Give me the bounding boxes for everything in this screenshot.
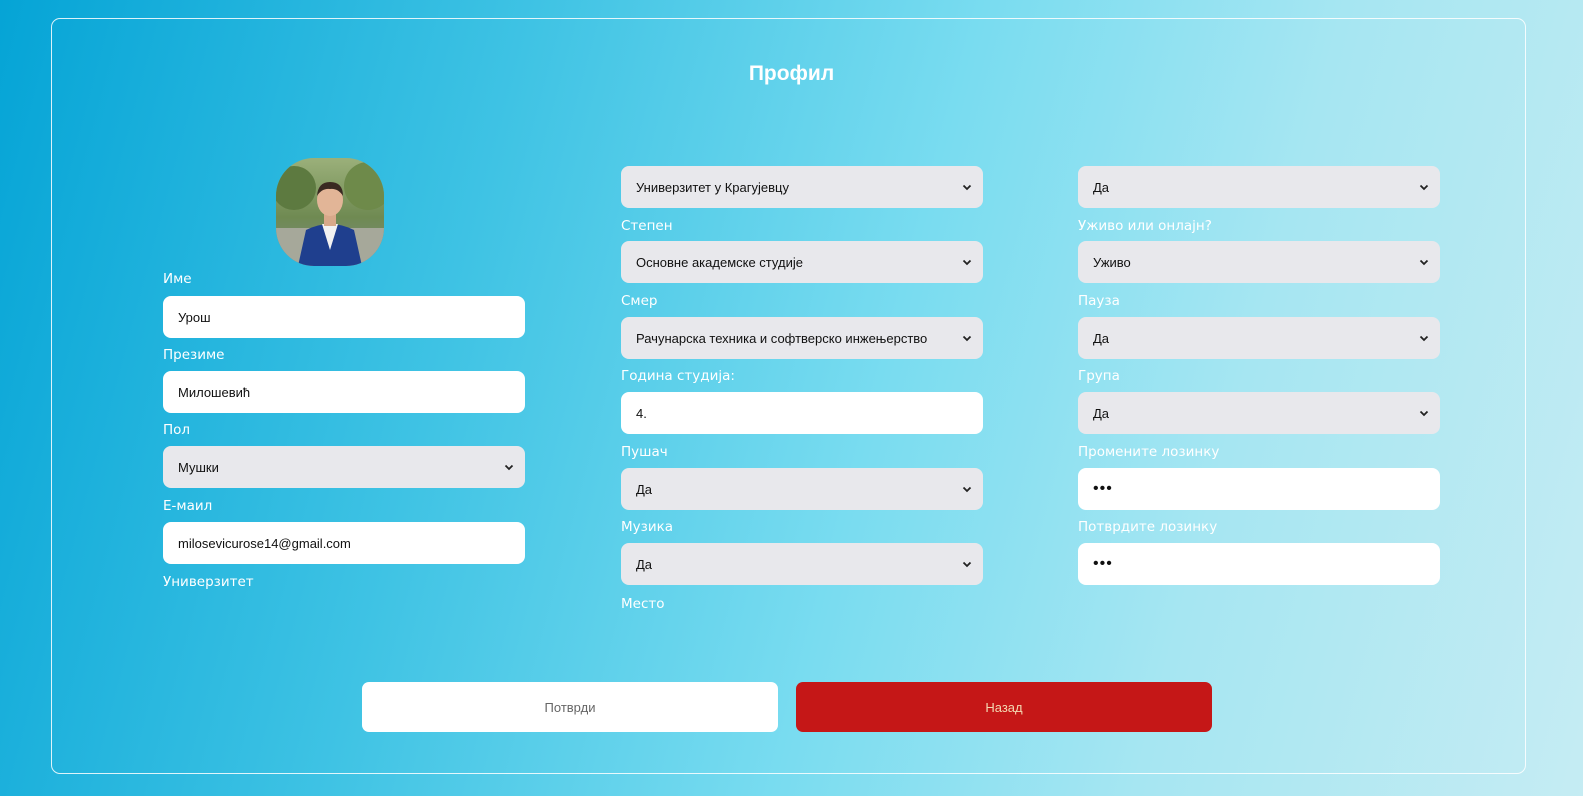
place-select[interactable]: Да — [1078, 166, 1440, 208]
group-value: Да — [1093, 405, 1110, 421]
confirm-password-label: Потврдите лозинку — [1078, 519, 1218, 535]
chevron-down-icon — [1419, 335, 1429, 342]
chevron-down-icon — [1419, 259, 1429, 266]
group-label: Група — [1078, 368, 1120, 384]
gender-select[interactable]: Мушки — [163, 446, 525, 488]
university-label: Универзитет — [163, 574, 254, 590]
chevron-down-icon — [504, 464, 514, 471]
chevron-down-icon — [962, 561, 972, 568]
last-name-input[interactable]: Милошевић — [163, 371, 525, 413]
avatar — [276, 158, 384, 266]
year-value: 4. — [636, 405, 647, 421]
back-button[interactable]: Назад — [796, 682, 1212, 732]
email-label: Е-маил — [163, 498, 213, 514]
last-name-value: Милошевић — [178, 384, 251, 400]
pause-value: Да — [1093, 330, 1110, 346]
year-input[interactable]: 4. — [621, 392, 983, 434]
confirm-button[interactable]: Потврди — [362, 682, 778, 732]
gender-value: Мушки — [178, 459, 219, 475]
chevron-down-icon — [1419, 410, 1429, 417]
smoker-select[interactable]: Да — [621, 468, 983, 510]
major-label: Смер — [621, 293, 658, 309]
smoker-value: Да — [636, 481, 653, 497]
email-input[interactable]: milosevicurose14@gmail.com — [163, 522, 525, 564]
confirm-password-value: ••• — [1093, 555, 1113, 572]
pause-label: Пауза — [1078, 293, 1120, 309]
change-password-value: ••• — [1093, 480, 1113, 497]
change-password-input[interactable]: ••• — [1078, 468, 1440, 510]
first-name-value: Урош — [178, 309, 211, 325]
year-label: Година студија: — [621, 368, 735, 384]
smoker-label: Пушач — [621, 444, 668, 460]
gender-label: Пол — [163, 422, 191, 438]
university-select[interactable]: Универзитет у Крагујевцу — [621, 166, 983, 208]
degree-select[interactable]: Основне академске студије — [621, 241, 983, 283]
place-label: Место — [621, 596, 665, 612]
degree-label: Степен — [621, 218, 673, 234]
university-value: Универзитет у Крагујевцу — [636, 179, 789, 195]
degree-value: Основне академске студије — [636, 254, 803, 270]
music-label: Музика — [621, 519, 674, 535]
first-name-label: Име — [163, 271, 192, 287]
music-select[interactable]: Да — [621, 543, 983, 585]
chevron-down-icon — [962, 259, 972, 266]
chevron-down-icon — [962, 335, 972, 342]
confirm-password-input[interactable]: ••• — [1078, 543, 1440, 585]
chevron-down-icon — [962, 184, 972, 191]
major-select[interactable]: Рачунарска техника и софтверско инжењерс… — [621, 317, 983, 359]
music-value: Да — [636, 556, 653, 572]
last-name-label: Презиме — [163, 347, 225, 363]
change-password-label: Промените лозинку — [1078, 444, 1220, 460]
place-value: Да — [1093, 179, 1110, 195]
chevron-down-icon — [1419, 184, 1429, 191]
live-online-value: Уживо — [1093, 254, 1131, 270]
email-value: milosevicurose14@gmail.com — [178, 535, 351, 551]
chevron-down-icon — [962, 486, 972, 493]
pause-select[interactable]: Да — [1078, 317, 1440, 359]
group-select[interactable]: Да — [1078, 392, 1440, 434]
major-value: Рачунарска техника и софтверско инжењерс… — [636, 330, 928, 346]
live-online-label: Уживо или онлајн? — [1078, 218, 1212, 234]
first-name-input[interactable]: Урош — [163, 296, 525, 338]
live-online-select[interactable]: Уживо — [1078, 241, 1440, 283]
page-title: Профил — [748, 62, 835, 85]
